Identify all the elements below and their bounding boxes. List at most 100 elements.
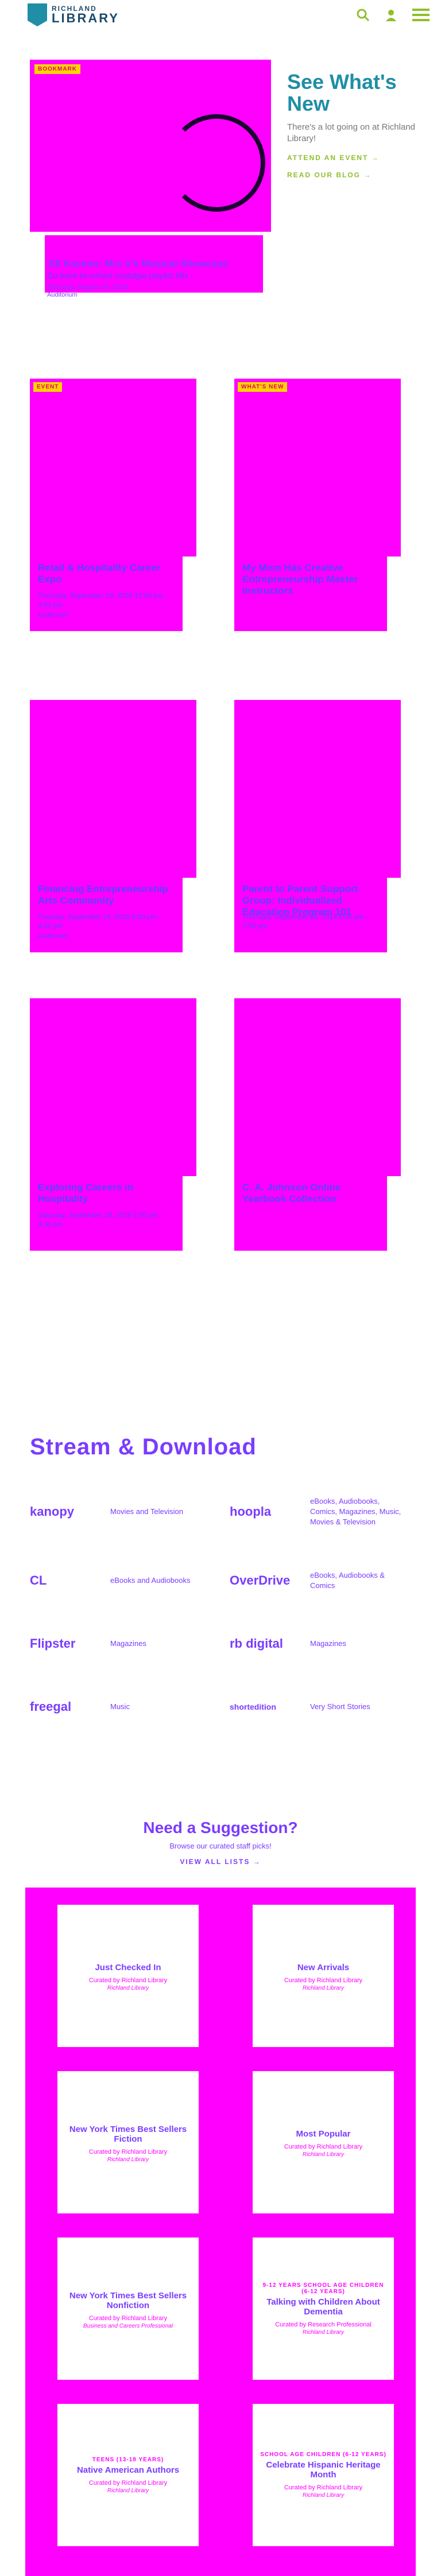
whats-new-body: There's a lot going on at Richland Libra… — [287, 122, 416, 143]
hero-location: Auditorium — [47, 291, 78, 298]
card-date: Saturday, September 28, 2019 2:00 pm - 4… — [38, 1211, 163, 1228]
card-title: My Mom Has Creative Entrepreneurship Mas… — [242, 562, 358, 596]
service-desc: Magazines — [310, 1639, 346, 1648]
card-image: EVENT — [30, 379, 196, 557]
list-card[interactable]: Just Checked In Curated by Richland Libr… — [57, 1905, 199, 2047]
view-all-lists-link[interactable]: VIEW ALL LISTS → — [0, 1858, 441, 1866]
card-tag: EVENT — [33, 382, 63, 392]
list-title: New York Times Best Sellers Fiction — [69, 2124, 187, 2144]
service-desc: eBooks and Audiobooks — [110, 1576, 191, 1585]
service-name: CL — [30, 1573, 47, 1587]
card-image: WHAT'S NEW — [234, 379, 401, 557]
card-title: Retail & Hospitality Career Expo — [38, 562, 161, 585]
service-desc: Magazines — [110, 1639, 146, 1648]
list-card[interactable]: TEENS (13-18 YEARS) Native American Auth… — [57, 2404, 199, 2546]
suggestion-subtitle: Browse our curated staff picks! — [169, 1842, 272, 1850]
attend-event-link[interactable]: ATTEND AN EVENT → — [287, 154, 425, 162]
list-curator: Curated by Richland Library — [284, 1977, 363, 1984]
list-curator: Curated by Richland Library — [88, 2314, 168, 2322]
service-desc: eBooks, Audiobooks, Comics, Magazines, M… — [310, 1497, 401, 1526]
whats-new-heading: See What's New — [287, 70, 397, 115]
event-card[interactable]: EVENT Retail & Hospitality Career Expo T… — [30, 379, 196, 631]
list-card[interactable]: New York Times Best Sellers Nonfiction C… — [57, 2238, 199, 2380]
service-name: Flipster — [30, 1636, 76, 1651]
card-image — [234, 700, 401, 878]
event-card[interactable]: C. A. Johnson Online Yearbook Collection — [234, 998, 401, 1251]
card-date: Thursday, September 26, 2019 6:00 pm - 7… — [242, 913, 368, 930]
list-curator: Curated by Richland Library — [88, 1977, 168, 1984]
hero-date: Saturday, August 24, 2019 — [47, 283, 128, 291]
list-title: Just Checked In — [95, 1963, 161, 1972]
service-freegal[interactable]: freegal Music — [30, 1687, 208, 1727]
event-card[interactable]: Exploring Careers in Hospitality Saturda… — [30, 998, 196, 1251]
stream-heading: Stream & Download — [30, 1434, 257, 1460]
service-desc: Movies and Television — [110, 1507, 183, 1516]
hero-subtitle: Go back-to-school nostalgia playlist Mix — [47, 271, 188, 280]
list-org: Richland Library — [302, 2329, 345, 2336]
card-image — [30, 998, 196, 1176]
list-org: Richland Library — [302, 2492, 345, 2499]
list-title: New Arrivals — [297, 1963, 350, 1972]
list-org: Richland Library — [302, 2151, 345, 2158]
list-title: Most Popular — [296, 2129, 351, 2139]
list-org: Richland Library — [107, 1985, 149, 1991]
service-name: hoopla — [230, 1504, 272, 1519]
list-curator: Curated by Research Professional — [275, 2321, 372, 2328]
search-icon[interactable] — [356, 8, 370, 22]
suggestion-heading: Need a Suggestion? — [143, 1819, 298, 1836]
service-short-edition[interactable]: shortedition Very Short Stories — [230, 1687, 408, 1727]
service-name: rb digital — [230, 1636, 283, 1651]
event-card[interactable]: Financing Entrepreneurship Arts Communit… — [30, 700, 196, 952]
list-curator: Curated by Richland Library — [284, 2143, 363, 2150]
list-card[interactable]: New York Times Best Sellers Fiction Cura… — [57, 2071, 199, 2213]
event-card[interactable]: WHAT'S NEW My Mom Has Creative Entrepren… — [234, 379, 401, 631]
service-name: shortedition — [230, 1702, 276, 1711]
card-title: Financing Entrepreneurship Arts Communit… — [38, 884, 168, 906]
hero-tag: BOOKMARK — [34, 64, 80, 74]
list-title: New York Times Best Sellers Nonfiction — [69, 2290, 187, 2310]
logo-mark — [28, 3, 47, 26]
card-image — [234, 998, 401, 1176]
service-cloudlibrary[interactable]: CL eBooks and Audiobooks — [30, 1561, 208, 1601]
card-date: Thursday, September 19, 2019 12:00 pm - … — [38, 592, 168, 609]
event-card[interactable]: Parent to Parent Support Group: Individu… — [234, 700, 401, 952]
list-title: Talking with Children About Dementia — [266, 2297, 380, 2317]
card-title: C. A. Johnson Online Yearbook Collection — [242, 1182, 341, 1204]
read-blog-link[interactable]: READ OUR BLOG → — [287, 171, 425, 179]
list-org: Business and Careers Professional — [83, 2322, 173, 2329]
service-name: kanopy — [30, 1504, 75, 1519]
hero-graphic — [168, 114, 265, 212]
service-rbdigital[interactable]: rb digital Magazines — [230, 1624, 408, 1664]
library-logo[interactable]: RICHLAND LIBRARY — [28, 3, 119, 26]
hero-title[interactable]: Jill Kasmin: Mrs V's Musical Showcase — [47, 258, 228, 270]
list-curator: Curated by Richland Library — [88, 2148, 168, 2155]
list-curator: Curated by Richland Library — [284, 2484, 363, 2491]
list-org: Richland Library — [302, 1985, 345, 1991]
list-card[interactable]: Most Popular Curated by Richland Library… — [253, 2071, 394, 2213]
service-overdrive[interactable]: OverDrive eBooks, Audiobooks & Comics — [230, 1561, 408, 1601]
service-flipster[interactable]: Flipster Magazines — [30, 1624, 208, 1664]
card-image — [30, 700, 196, 878]
service-desc: Music — [110, 1702, 130, 1711]
card-date: Tuesday, September 24, 2019 6:00 pm - 8:… — [38, 913, 161, 930]
list-org: Richland Library — [107, 2487, 149, 2494]
site-header: RICHLAND LIBRARY — [0, 0, 441, 40]
card-title: Exploring Careers in Hospitality — [38, 1182, 134, 1204]
list-org: Richland Library — [107, 2156, 149, 2163]
list-curator: Curated by Richland Library — [88, 2479, 168, 2486]
card-tag: WHAT'S NEW — [238, 382, 288, 392]
menu-icon[interactable] — [412, 8, 430, 22]
whats-new-panel: See What's New There's a lot going on at… — [287, 70, 425, 180]
hero-image[interactable]: BOOKMARK — [30, 60, 271, 232]
card-location: Auditorium — [38, 933, 68, 940]
service-hoopla[interactable]: hoopla eBooks, Audiobooks, Comics, Magaz… — [230, 1492, 408, 1532]
service-kanopy[interactable]: kanopy Movies and Television — [30, 1492, 208, 1532]
service-desc: eBooks, Audiobooks & Comics — [310, 1571, 385, 1590]
list-card[interactable]: 9-12 YEARS SCHOOL AGE CHILDREN (6-12 YEA… — [253, 2238, 394, 2380]
service-desc: Very Short Stories — [310, 1702, 370, 1711]
list-card[interactable]: SCHOOL AGE CHILDREN (6-12 YEARS) Celebra… — [253, 2404, 394, 2546]
service-name: freegal — [30, 1699, 72, 1714]
service-name: OverDrive — [230, 1573, 291, 1587]
list-card[interactable]: New Arrivals Curated by Richland Library… — [253, 1905, 394, 2047]
user-icon[interactable] — [385, 9, 397, 21]
